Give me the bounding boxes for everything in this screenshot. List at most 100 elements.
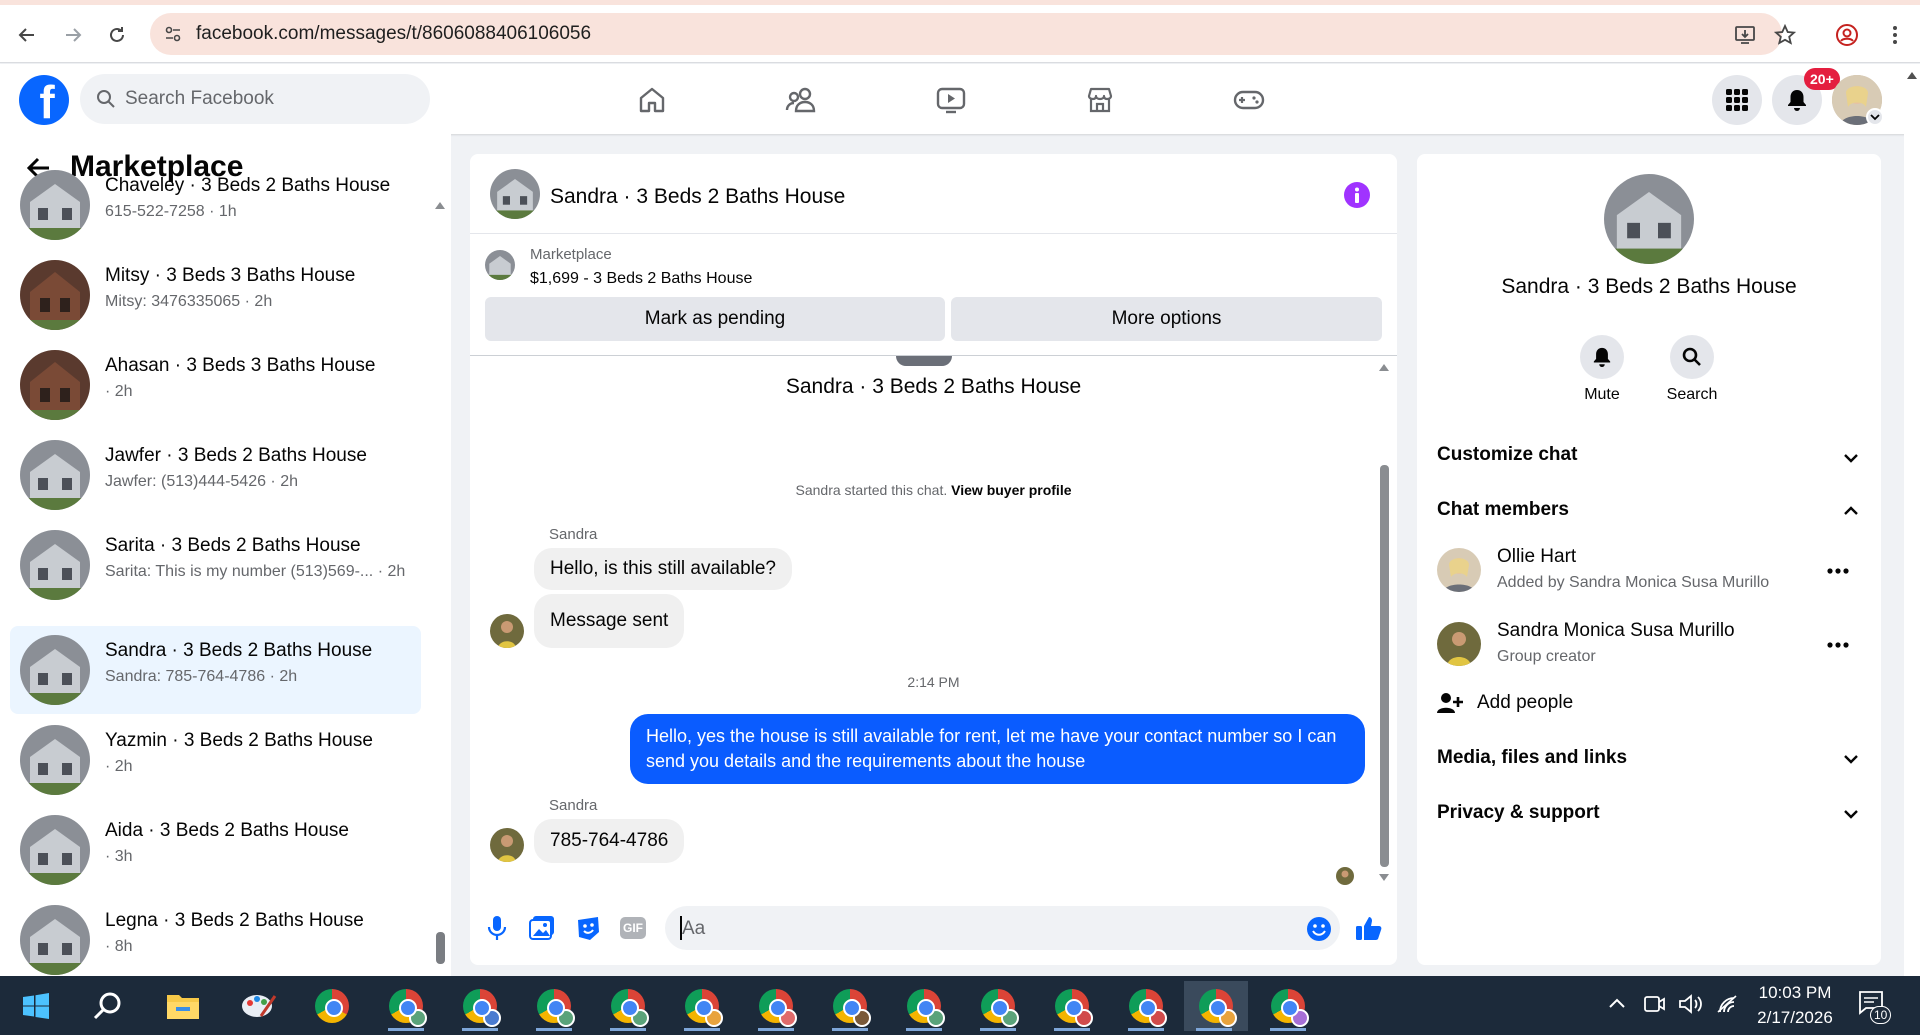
conversation-title: Ahasan · 3 Beds 3 Baths House bbox=[105, 355, 376, 376]
member-name[interactable]: Sandra Monica Susa Murillo bbox=[1497, 620, 1735, 642]
chrome-profile-taskbar-icon[interactable] bbox=[1116, 981, 1176, 1031]
conversation-item-sarita[interactable]: Sarita · 3 Beds 2 Baths House Sarita: Th… bbox=[10, 521, 421, 609]
customize-chat-row[interactable]: Customize chat bbox=[1437, 444, 1577, 466]
listing-price-title[interactable]: $1,699 - 3 Beds 2 Baths House bbox=[530, 270, 752, 288]
view-buyer-profile-link[interactable]: View buyer profile bbox=[951, 482, 1071, 498]
conversation-item-mitsy[interactable]: Mitsy · 3 Beds 3 Baths House Mitsy: 3476… bbox=[10, 251, 421, 339]
add-people-button[interactable]: Add people bbox=[1477, 692, 1573, 714]
chrome-profile-taskbar-icon[interactable] bbox=[672, 981, 732, 1031]
privacy-support-row[interactable]: Privacy & support bbox=[1437, 802, 1600, 824]
mute-bell-icon[interactable] bbox=[1580, 335, 1624, 379]
conversation-item-aida[interactable]: Aida · 3 Beds 2 Baths House · 3h bbox=[10, 806, 421, 894]
volume-icon[interactable] bbox=[1678, 993, 1704, 1015]
bookmark-star-icon[interactable] bbox=[1772, 22, 1798, 48]
chat-scroll-up-icon[interactable] bbox=[1378, 362, 1390, 372]
chat-scroll-down-icon[interactable] bbox=[1378, 873, 1390, 883]
chrome-profile-taskbar-icon[interactable] bbox=[746, 981, 806, 1031]
scroll-up-arrow-icon[interactable] bbox=[434, 200, 446, 210]
member-avatar[interactable] bbox=[1437, 548, 1481, 592]
site-settings-icon[interactable] bbox=[160, 21, 186, 47]
seen-receipt-avatar bbox=[1336, 867, 1354, 885]
member-name[interactable]: Ollie Hart bbox=[1497, 546, 1576, 568]
chrome-profile-taskbar-icon[interactable] bbox=[894, 981, 954, 1031]
sidebar-scrollbar-thumb[interactable] bbox=[436, 932, 445, 964]
mark-as-pending-button[interactable]: Mark as pending bbox=[485, 297, 945, 341]
sticker-icon[interactable] bbox=[575, 915, 601, 941]
more-options-button[interactable]: More options bbox=[951, 297, 1382, 341]
page-scrollbar-track[interactable] bbox=[1904, 64, 1920, 976]
conversation-title: Jawfer · 3 Beds 2 Baths House bbox=[105, 445, 367, 466]
chrome-profile-taskbar-icon[interactable] bbox=[524, 981, 584, 1031]
meet-now-icon[interactable] bbox=[1642, 994, 1666, 1014]
gaming-icon[interactable] bbox=[1229, 80, 1269, 120]
chrome-profile-taskbar-icon[interactable] bbox=[450, 981, 510, 1031]
chrome-profile-taskbar-icon[interactable] bbox=[1258, 981, 1318, 1031]
system-clock[interactable]: 10:03 PM 2/17/2026 bbox=[1750, 980, 1840, 1030]
account-chevron-icon[interactable] bbox=[1866, 108, 1884, 126]
message-input[interactable] bbox=[665, 906, 1340, 950]
search-chat-label[interactable]: Search bbox=[1652, 386, 1732, 404]
mute-label[interactable]: Mute bbox=[1562, 386, 1642, 404]
profile-icon[interactable] bbox=[1834, 22, 1860, 48]
info-icon[interactable] bbox=[1344, 182, 1370, 208]
taskbar-search-icon[interactable] bbox=[78, 981, 138, 1031]
chat-scrollbar-thumb[interactable] bbox=[1380, 465, 1389, 867]
tray-chevron-up-icon[interactable] bbox=[1608, 996, 1626, 1010]
marketplace-icon[interactable] bbox=[1080, 80, 1120, 120]
wifi-icon[interactable] bbox=[1716, 994, 1740, 1014]
photo-icon[interactable] bbox=[529, 915, 555, 941]
conversation-item-legna[interactable]: Legna · 3 Beds 2 Baths House · 8h bbox=[10, 896, 421, 976]
chevron-down-icon[interactable] bbox=[1840, 803, 1862, 825]
search-chat-icon[interactable] bbox=[1670, 335, 1714, 379]
message-bubble-incoming[interactable]: 785-764-4786 bbox=[534, 819, 685, 863]
install-app-icon[interactable] bbox=[1732, 22, 1758, 48]
windows-start-icon[interactable] bbox=[6, 981, 66, 1031]
more-options-icon[interactable] bbox=[1827, 568, 1849, 574]
home-icon[interactable] bbox=[632, 80, 672, 120]
add-person-icon[interactable] bbox=[1437, 692, 1463, 714]
more-options-icon[interactable] bbox=[1827, 642, 1849, 648]
chrome-profile-taskbar-icon[interactable] bbox=[376, 981, 436, 1031]
emoji-icon[interactable] bbox=[1306, 916, 1332, 942]
file-explorer-icon[interactable] bbox=[153, 981, 213, 1031]
house-thumbnail bbox=[20, 725, 90, 795]
member-avatar[interactable] bbox=[1437, 622, 1481, 666]
gif-icon[interactable]: GIF bbox=[620, 917, 646, 939]
forward-icon[interactable] bbox=[60, 22, 86, 48]
details-avatar[interactable] bbox=[1604, 174, 1694, 264]
media-files-links-row[interactable]: Media, files and links bbox=[1437, 747, 1627, 769]
message-bubble-outgoing[interactable]: Hello, yes the house is still available … bbox=[630, 714, 1365, 784]
message-bubble-incoming[interactable]: Hello, is this still available? bbox=[534, 548, 792, 590]
conversation-item-sandra[interactable]: Sandra · 3 Beds 2 Baths House Sandra: 78… bbox=[10, 626, 421, 714]
thumbs-up-icon[interactable] bbox=[1355, 914, 1383, 942]
chrome-profile-taskbar-icon[interactable] bbox=[1042, 981, 1102, 1031]
conversation-item-chaveley[interactable]: Chaveley · 3 Beds 2 Baths House 615-522-… bbox=[10, 161, 421, 249]
chrome-taskbar-icon[interactable] bbox=[302, 981, 362, 1031]
video-icon[interactable] bbox=[931, 80, 971, 120]
chevron-up-icon[interactable] bbox=[1840, 500, 1862, 522]
chat-members-row[interactable]: Chat members bbox=[1437, 499, 1569, 521]
chat-title[interactable]: Sandra · 3 Beds 2 Baths House bbox=[550, 185, 845, 209]
chrome-profile-taskbar-icon[interactable] bbox=[968, 981, 1028, 1031]
conversation-item-ahasan[interactable]: Ahasan · 3 Beds 3 Baths House · 2h bbox=[10, 341, 421, 429]
chevron-down-icon[interactable] bbox=[1840, 447, 1862, 469]
reload-icon[interactable] bbox=[104, 22, 130, 48]
page-scroll-up-icon[interactable] bbox=[1906, 70, 1918, 80]
menu-grid-icon[interactable] bbox=[1712, 75, 1762, 125]
message-bubble-incoming[interactable]: Message sent bbox=[534, 594, 685, 648]
conversation-item-yazmin[interactable]: Yazmin · 3 Beds 2 Baths House · 2h bbox=[10, 716, 421, 804]
chrome-profile-taskbar-icon[interactable] bbox=[598, 981, 658, 1031]
conversation-item-jawfer[interactable]: Jawfer · 3 Beds 2 Baths House Jawfer: (5… bbox=[10, 431, 421, 519]
chevron-down-icon[interactable] bbox=[1840, 748, 1862, 770]
microphone-icon[interactable] bbox=[486, 915, 508, 941]
browser-menu-icon[interactable] bbox=[1882, 22, 1908, 48]
house-thumbnail bbox=[20, 635, 90, 705]
chrome-profile-taskbar-icon[interactable] bbox=[820, 981, 880, 1031]
chat-header-avatar[interactable] bbox=[490, 169, 540, 219]
facebook-logo-icon[interactable]: f bbox=[19, 75, 69, 125]
paint-app-icon[interactable] bbox=[229, 981, 289, 1031]
back-icon[interactable] bbox=[14, 22, 40, 48]
member-role: Added by Sandra Monica Susa Murillo bbox=[1497, 574, 1770, 591]
chrome-profile-taskbar-icon-active[interactable] bbox=[1184, 981, 1248, 1031]
friends-icon[interactable] bbox=[781, 80, 821, 120]
